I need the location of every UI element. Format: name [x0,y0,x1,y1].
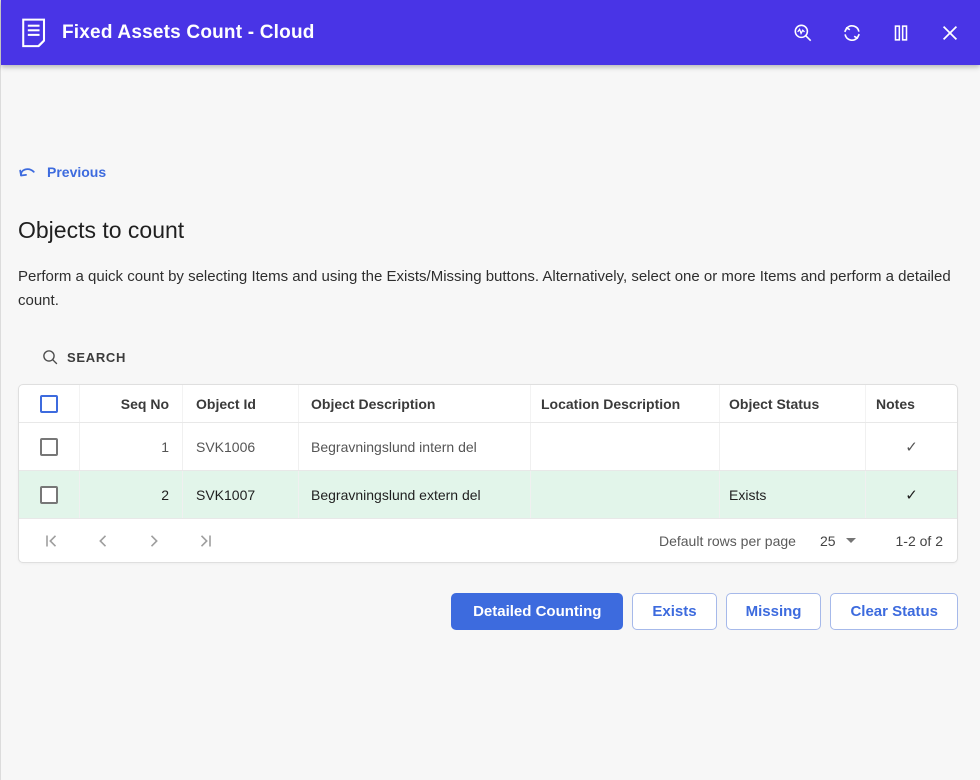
row-1-location-description [530,423,719,470]
row-1-checkbox-cell [19,423,79,470]
row-1-notes-checkmark: ✓ [865,423,957,470]
select-all-checkbox[interactable] [40,395,58,413]
close-icon[interactable] [938,21,962,45]
row-2-object-status: Exists [719,471,865,518]
column-header-seq-no[interactable]: Seq No [79,385,182,422]
page-description: Perform a quick count by selecting Items… [18,265,957,313]
exists-button[interactable]: Exists [632,593,716,630]
table-row-2[interactable]: 2 SVK1007 Begravningslund extern del Exi… [19,470,957,518]
row-2-seq-no: 2 [79,471,182,518]
previous-page-icon[interactable] [94,532,112,550]
titlebar-actions [791,21,962,45]
rows-per-page-select[interactable]: 25 [820,533,856,549]
search-label: SEARCH [67,350,126,365]
column-header-location-description[interactable]: Location Description [530,385,719,422]
refresh-icon[interactable] [840,21,864,45]
rows-per-page-value: 25 [820,533,836,549]
previous-link[interactable]: Previous [18,164,106,180]
table-header-row: Seq No Object Id Object Description Loca… [19,385,957,422]
document-icon [19,17,48,48]
pause-icon[interactable] [889,21,913,45]
search-insights-icon[interactable] [791,21,815,45]
titlebar: Fixed Assets Count - Cloud [1,0,980,65]
column-header-object-id[interactable]: Object Id [182,385,298,422]
row-2-object-id: SVK1007 [182,471,298,518]
column-header-notes[interactable]: Notes [865,385,957,422]
rows-per-page-label: Default rows per page [659,533,796,549]
row-1-object-status [719,423,865,470]
column-header-object-description[interactable]: Object Description [298,385,530,422]
row-1-checkbox[interactable] [40,438,58,456]
dropdown-caret-icon [846,538,856,543]
row-2-object-description: Begravningslund extern del [298,471,530,518]
row-1-object-id: SVK1006 [182,423,298,470]
last-page-icon[interactable] [196,532,214,550]
undo-arrow-icon [18,164,38,180]
objects-table: Seq No Object Id Object Description Loca… [18,384,958,563]
table-row-1[interactable]: 1 SVK1006 Begravningslund intern del ✓ [19,422,957,470]
pagination-controls [43,532,214,550]
page-title: Objects to count [18,217,957,244]
select-all-cell [19,385,79,422]
row-2-checkbox[interactable] [40,486,58,504]
row-1-object-description: Begravningslund intern del [298,423,530,470]
next-page-icon[interactable] [145,532,163,550]
search-icon [42,349,59,366]
clear-status-button[interactable]: Clear Status [830,593,958,630]
pagination-range-label: 1-2 of 2 [896,533,943,549]
previous-label: Previous [47,164,106,180]
row-2-checkbox-cell [19,471,79,518]
main-content: Previous Objects to count Perform a quic… [1,65,980,630]
row-2-location-description [530,471,719,518]
search-toggle[interactable]: SEARCH [18,349,957,366]
row-2-notes-checkmark: ✓ [865,471,957,518]
window-title: Fixed Assets Count - Cloud [62,22,791,44]
detailed-counting-button[interactable]: Detailed Counting [451,593,623,630]
table-footer: Default rows per page 25 1-2 of 2 [19,518,957,562]
first-page-icon[interactable] [43,532,61,550]
column-header-object-status[interactable]: Object Status [719,385,865,422]
action-buttons: Detailed Counting Exists Missing Clear S… [18,593,958,630]
row-1-seq-no: 1 [79,423,182,470]
missing-button[interactable]: Missing [726,593,822,630]
